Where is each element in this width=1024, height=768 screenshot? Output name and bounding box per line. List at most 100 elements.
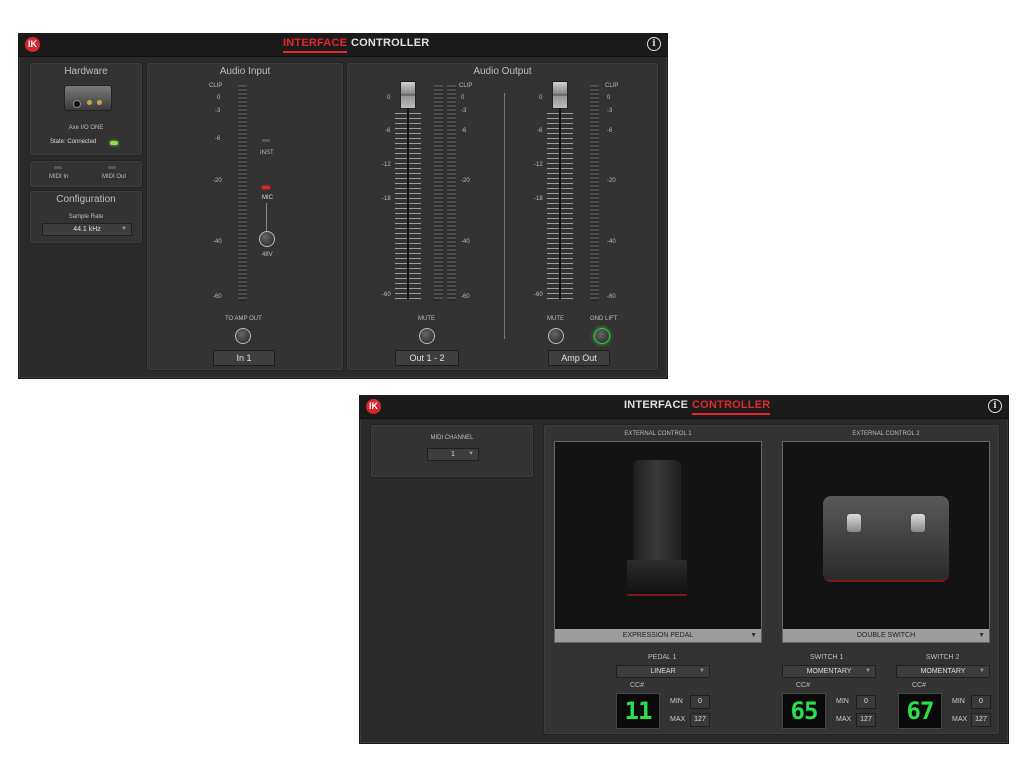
chevron-down-icon: ▼ — [121, 226, 127, 232]
external-2-box: DOUBLE SWITCH ▼ — [782, 441, 990, 643]
expression-pedal-image — [627, 460, 687, 598]
switch-1-cc-label: CC# — [796, 682, 811, 689]
pedal-1-curve: LINEAR — [650, 668, 676, 675]
switch-2-max-input[interactable]: 127 — [971, 713, 991, 727]
amp-meter-60: -60 — [607, 294, 616, 300]
chevron-down-icon: ▼ — [699, 668, 705, 674]
status-led — [110, 141, 118, 145]
pedal-1-curve-select[interactable]: LINEAR ▼ — [616, 665, 710, 678]
ik-logo: IK — [366, 399, 381, 414]
to-amp-out-button[interactable] — [235, 328, 251, 344]
input-level-meter — [238, 85, 247, 301]
amp-out-channel-label[interactable]: Amp Out — [548, 350, 610, 366]
hardware-panel: Hardware Axe I/O ONE State: Connected — [29, 62, 143, 156]
chevron-down-icon: ▼ — [750, 632, 757, 639]
out1-channel-label[interactable]: Out 1 - 2 — [395, 350, 459, 366]
switch-1-cc-display[interactable]: 65 — [782, 693, 826, 729]
midi-channel-value: 1 — [451, 451, 455, 458]
out1-fader-handle[interactable] — [400, 81, 416, 109]
pedal-1-label: PEDAL 1 — [648, 654, 677, 661]
inst-led[interactable] — [262, 139, 270, 142]
amp-mute-button[interactable] — [548, 328, 564, 344]
amp-meter-3: -3 — [607, 108, 613, 114]
amp-meter-6: -6 — [607, 128, 613, 134]
chevron-down-icon: ▼ — [468, 451, 474, 457]
out1-meter-20: -20 — [461, 178, 470, 184]
out1-fader-18: -18 — [382, 196, 391, 202]
external-1-box: EXPRESSION PEDAL ▼ — [554, 441, 762, 643]
audio-input-title: Audio Input — [219, 66, 271, 77]
pedal-1-max-input[interactable]: 127 — [690, 713, 710, 727]
switch-1-min-input[interactable]: 0 — [856, 695, 876, 709]
tab-interface[interactable]: INTERFACE — [624, 399, 688, 411]
out1-meter-3: -3 — [461, 108, 467, 114]
ik-logo: IK — [25, 37, 40, 52]
input-scale-0: 0 — [217, 95, 221, 101]
midi-panel: MIDI In MIDI Out — [29, 160, 143, 188]
amp-meter — [590, 85, 599, 301]
amp-fader-0: 0 — [539, 95, 543, 101]
pedal-1-min-label: MIN — [670, 698, 683, 705]
switch-1-mode-select[interactable]: MOMENTARY ▼ — [782, 665, 876, 678]
switch-2-cc-display[interactable]: 67 — [898, 693, 942, 729]
amp-fader-handle[interactable] — [552, 81, 568, 109]
amp-fader-60: -60 — [534, 292, 543, 298]
switch-2-min-input[interactable]: 0 — [971, 695, 991, 709]
sample-rate-select[interactable]: 44.1 kHz ▼ — [42, 223, 132, 236]
inst-label: INST — [260, 150, 274, 156]
pedal-1-max-label: MAX — [670, 716, 686, 723]
mic-label: MIC — [262, 195, 273, 201]
amp-meter-20: -20 — [607, 178, 616, 184]
tab-controller[interactable]: CONTROLLER — [351, 37, 429, 49]
out1-meter-0: 0 — [461, 95, 465, 101]
midi-in-led — [54, 166, 62, 169]
switch-1-max-input[interactable]: 127 — [856, 713, 876, 727]
configuration-panel: Configuration Sample Rate 44.1 kHz ▼ — [29, 190, 143, 244]
midi-channel-label: MIDI CHANNEL — [430, 435, 474, 441]
switch-2-cc-label: CC# — [912, 682, 927, 689]
info-icon[interactable]: i — [988, 399, 1002, 413]
midi-channel-panel: MIDI CHANNEL 1 ▼ — [370, 424, 534, 478]
out1-fader-0: 0 — [387, 95, 391, 101]
switch-1-label: SWITCH 1 — [810, 654, 844, 661]
hardware-title: Hardware — [64, 66, 108, 77]
input-scale-6: -6 — [215, 136, 221, 142]
external-controls-panel: EXTERNAL CONTROL 1 EXPRESSION PEDAL ▼ EX… — [543, 424, 1000, 735]
external-2-device: DOUBLE SWITCH — [856, 632, 916, 639]
configuration-title: Configuration — [56, 194, 116, 205]
pedal-1-min-input[interactable]: 0 — [690, 695, 710, 709]
out1-mute-button[interactable] — [419, 328, 435, 344]
midi-channel-select[interactable]: 1 ▼ — [427, 448, 479, 461]
top-bar: IK INTERFACE CONTROLLER i — [19, 34, 667, 57]
mic-led[interactable] — [262, 186, 270, 189]
pedal-1-cc-display[interactable]: 11 — [616, 693, 660, 729]
gnd-lift-button[interactable] — [594, 328, 610, 344]
midi-in-label: MIDI In — [49, 174, 69, 180]
switch-2-label: SWITCH 2 — [926, 654, 960, 661]
external-1-device-select[interactable]: EXPRESSION PEDAL ▼ — [555, 629, 761, 642]
out1-mute-label: MUTE — [418, 316, 435, 322]
top-bar: IK INTERFACE CONTROLLER i — [360, 396, 1008, 419]
amp-meter-40: -40 — [607, 239, 616, 245]
midi-out-led — [108, 166, 116, 169]
input-scale-clip: CLIP — [209, 83, 223, 89]
amp-fader-track — [559, 103, 561, 299]
chevron-down-icon: ▼ — [865, 668, 871, 674]
audio-output-panel: Audio Output 0 -6 -12 -18 -60 CLIP 0 -3 … — [346, 62, 659, 371]
out1-meter-right — [447, 85, 456, 301]
phantom-power-label: 48V — [262, 252, 273, 258]
amp-mute-label: MUTE — [547, 316, 564, 322]
chevron-down-icon: ▼ — [979, 668, 985, 674]
tab-interface[interactable]: INTERFACE — [283, 37, 348, 53]
tab-controller[interactable]: CONTROLLER — [692, 399, 771, 415]
out1-fader-6: -6 — [385, 128, 391, 134]
mic-connector-line — [266, 203, 267, 231]
out1-fader-12: -12 — [382, 162, 391, 168]
info-icon[interactable]: i — [647, 37, 661, 51]
phantom-power-button[interactable] — [259, 231, 275, 247]
input-channel-label[interactable]: In 1 — [213, 350, 275, 366]
input-scale-60: -60 — [213, 294, 222, 300]
out1-meter-clip: CLIP — [459, 83, 473, 89]
switch-2-mode-select[interactable]: MOMENTARY ▼ — [896, 665, 990, 678]
external-2-device-select[interactable]: DOUBLE SWITCH ▼ — [783, 629, 989, 642]
